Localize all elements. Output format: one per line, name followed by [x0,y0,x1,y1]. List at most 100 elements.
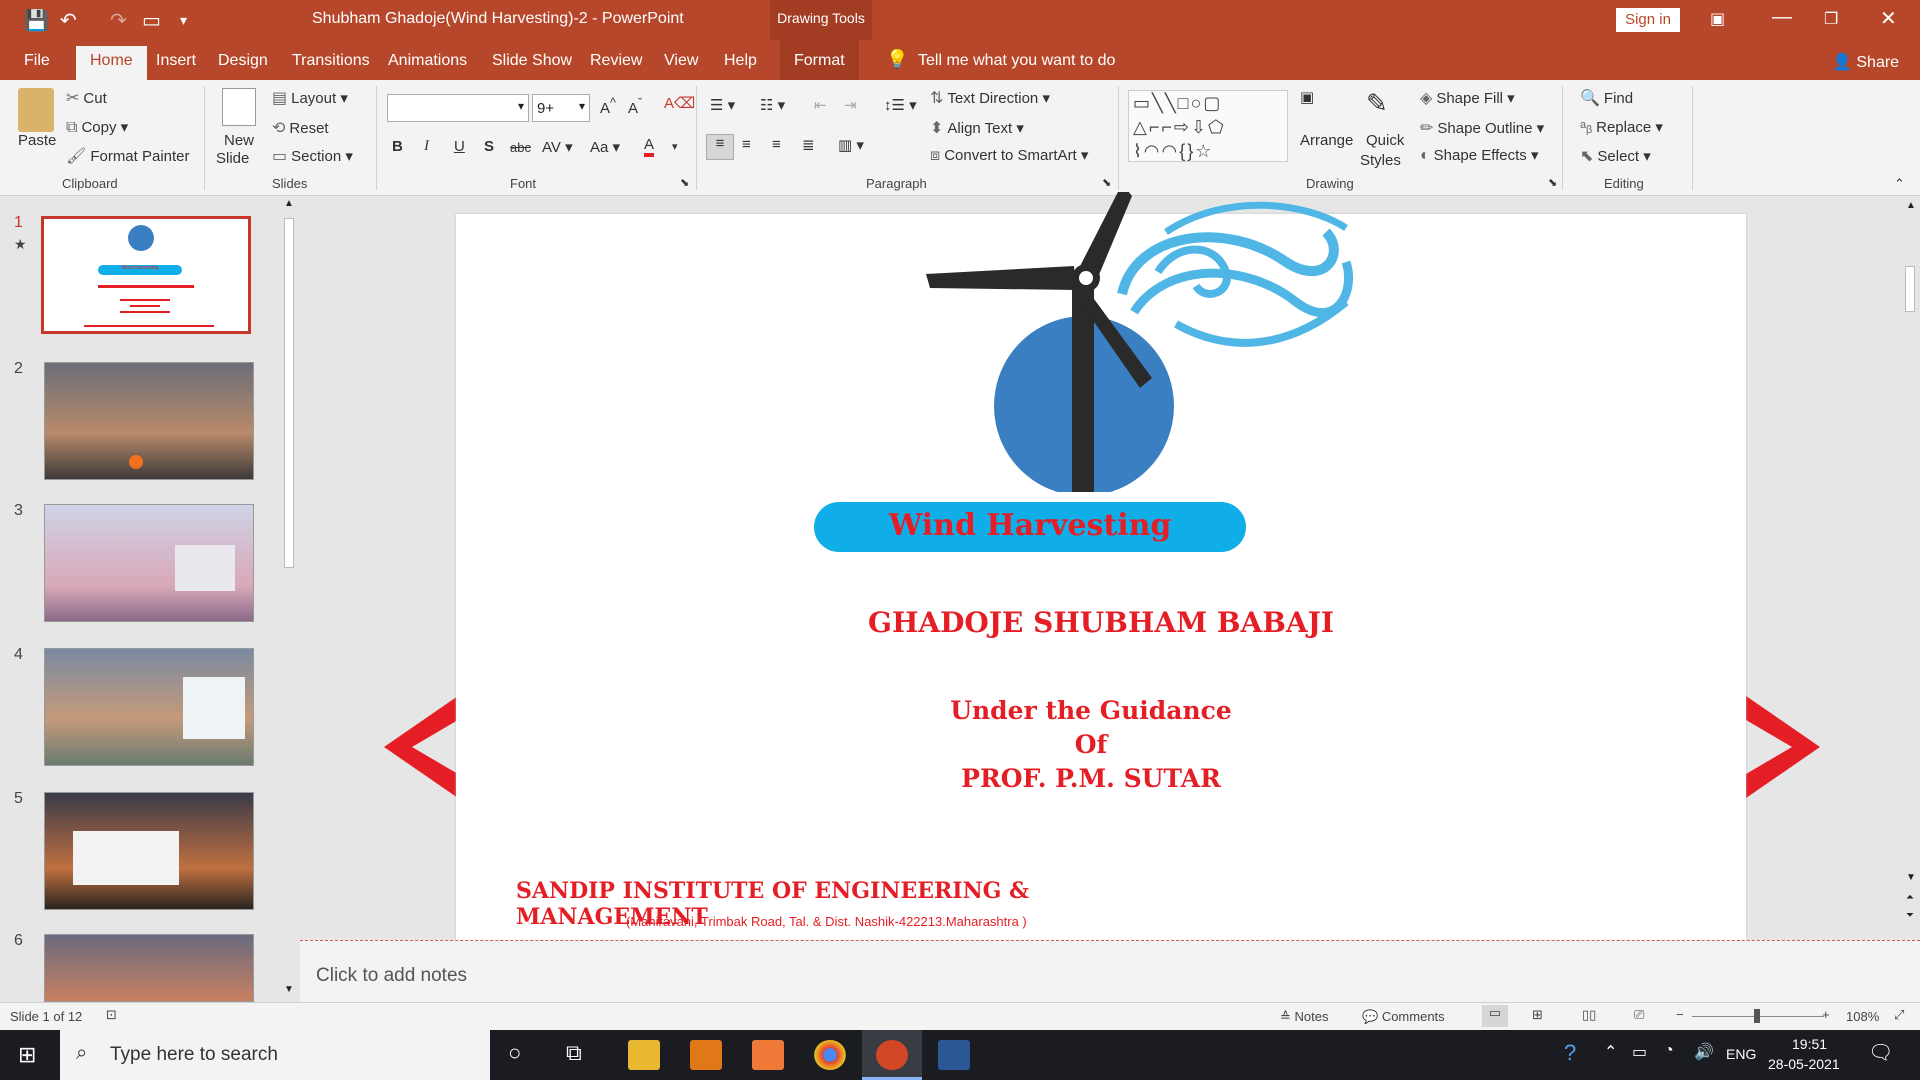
guidance-line-3[interactable]: PROF. P.M. SUTAR [446,764,1736,793]
word-icon[interactable] [938,1040,970,1070]
font-name-input[interactable]: ▾ [387,94,529,122]
quick-styles-button[interactable]: Quick [1366,132,1404,149]
select-button[interactable]: ⬉ Select ▾ [1580,146,1651,166]
font-color-icon[interactable]: A [644,136,655,157]
language-indicator[interactable]: ENG [1726,1046,1756,1062]
sign-in-button[interactable]: Sign in [1616,8,1680,32]
notes-pane[interactable]: Click to add notes [300,940,1920,1002]
clear-formatting-icon[interactable]: A⌫ [664,94,695,112]
underline-icon[interactable]: U [454,138,465,155]
sublime-text-icon[interactable] [690,1040,722,1070]
scroll-down-icon[interactable]: ▼ [1906,872,1916,883]
strikethrough-icon[interactable]: abc [510,140,531,155]
fit-to-window-icon[interactable]: ⤢ [1894,1007,1904,1023]
align-text-button[interactable]: ⬍ Align Text ▾ [930,118,1024,138]
thumbnail-scrollbar[interactable]: ▲ ▼ [280,196,298,1002]
zoom-in-icon[interactable]: + [1822,1007,1830,1022]
save-icon[interactable]: 💾 [24,8,49,33]
title-banner[interactable]: Wind Harvesting [814,502,1246,552]
zoom-out-icon[interactable]: − [1676,1007,1684,1022]
tab-insert[interactable]: Insert [156,52,196,70]
close-icon[interactable]: ✕ [1880,6,1897,31]
previous-slide-icon[interactable]: ⏶ [1906,892,1914,903]
change-case-icon[interactable]: Aa ▾ [590,138,620,156]
notifications-icon[interactable]: 🗨 [1868,1040,1893,1065]
tab-review[interactable]: Review [590,52,642,70]
slide-thumbnail-5[interactable] [44,792,254,910]
xampp-icon[interactable] [752,1040,784,1070]
scroll-up-icon[interactable]: ▲ [1906,200,1916,211]
tab-help[interactable]: Help [724,52,757,70]
find-button[interactable]: 🔍 Find [1580,88,1633,108]
line-spacing-icon[interactable]: ↕☰ ▾ [884,96,917,114]
slide-sorter-icon[interactable]: ⊞ [1532,1007,1543,1023]
align-center-icon[interactable]: ≡ [742,136,751,153]
reading-view-icon[interactable]: ▯▯ [1582,1007,1596,1023]
format-painter-button[interactable]: 🖌 Format Painter [66,146,190,166]
zoom-level[interactable]: 108% [1846,1009,1879,1024]
zoom-slider-thumb[interactable] [1754,1009,1760,1023]
paste-icon[interactable] [18,88,54,132]
taskbar-search-box[interactable]: ⌕ Type here to search [60,1030,490,1080]
tab-slide-show[interactable]: Slide Show [492,52,572,70]
slide-thumbnail-4[interactable] [44,648,254,766]
decrease-font-icon[interactable]: Aˇ [628,96,642,117]
slide-thumbnail-3[interactable] [44,504,254,622]
institute-address[interactable]: (Mahiravani, Trimbak Road, Tal. & Dist. … [626,914,1027,929]
spell-check-icon[interactable]: ⊡ [106,1007,117,1023]
italic-icon[interactable]: I [424,138,429,155]
justify-icon[interactable]: ≣ [802,136,815,154]
shape-fill-button[interactable]: ◈ Shape Fill ▾ [1420,88,1515,108]
shape-outline-button[interactable]: ✏ Shape Outline ▾ [1420,118,1544,138]
slideshow-view-icon[interactable]: ⎚ [1634,1007,1644,1023]
start-slideshow-icon[interactable]: ▭ [142,8,161,33]
scroll-up-icon[interactable]: ▲ [284,198,294,209]
cut-button[interactable]: ✂ Cut [66,88,107,108]
chevron-down-icon[interactable]: ▾ [672,140,678,153]
shapes-gallery[interactable]: ▭╲╲□○▢ △⌐⌐⇨⇩⬠ ⌇◠◠{}☆ [1128,90,1288,162]
dialog-launcher-icon[interactable]: ⬊ [680,176,689,189]
decrease-indent-icon[interactable]: ⇤ [814,96,827,114]
reset-button[interactable]: ⟲ Reset [272,118,329,138]
new-slide-icon[interactable] [222,88,256,126]
customize-toolbar-icon[interactable]: ▾ [180,12,187,29]
tab-format[interactable]: Format [780,40,859,80]
tab-transitions[interactable]: Transitions [292,52,370,70]
guidance-line-1[interactable]: Under the Guidance [446,696,1736,725]
increase-font-icon[interactable]: A^ [600,96,616,117]
scroll-down-icon[interactable]: ▼ [284,984,294,995]
editor-scrollbar[interactable]: ▲ ▼ ⏶ ⏷ [1900,196,1920,938]
guidance-line-2[interactable]: Of [446,730,1736,759]
volume-icon[interactable]: 🔊 [1694,1042,1714,1062]
arrange-button[interactable]: Arrange [1300,132,1353,149]
next-chevron-icon[interactable] [1746,696,1820,798]
new-slide-button[interactable]: New [224,132,254,149]
slide-thumbnail-6[interactable] [44,934,254,1002]
increase-indent-icon[interactable]: ⇥ [844,96,857,114]
tab-file[interactable]: File [24,52,50,70]
scrollbar-thumb[interactable] [284,218,294,568]
tell-me-input[interactable]: Tell me what you want to do [918,52,1115,70]
powerpoint-taskbar-active[interactable] [862,1030,922,1080]
dialog-launcher-icon[interactable]: ⬊ [1102,176,1111,189]
next-slide-icon[interactable]: ⏷ [1906,910,1914,921]
clock-time[interactable]: 19:51 [1792,1036,1827,1052]
scrollbar-thumb[interactable] [1905,266,1915,312]
layout-button[interactable]: ▤ Layout ▾ [272,88,348,108]
tab-home[interactable]: Home [76,46,147,80]
wifi-icon[interactable]: ◔ [1664,1042,1674,1060]
bold-icon[interactable]: B [392,138,403,155]
notes-toggle-button[interactable]: ≙ Notes [1280,1009,1329,1025]
task-view-icon[interactable]: ⧉ [566,1040,582,1066]
slide-thumbnail-2[interactable] [44,362,254,480]
paste-button[interactable]: Paste [18,132,56,149]
align-left-icon[interactable]: ≡ [706,134,734,160]
windows-start-icon[interactable]: ⊞ [18,1042,36,1068]
slide-canvas[interactable]: Wind Harvesting GHADOJE SHUBHAM BABAJI U… [456,192,1746,940]
text-shadow-icon[interactable]: S [484,138,494,155]
quick-styles-button-line2[interactable]: Styles [1360,152,1401,169]
help-icon[interactable]: ? [1564,1040,1576,1066]
replace-button[interactable]: ᵃᵦ Replace ▾ [1580,118,1663,137]
columns-icon[interactable]: ▥ ▾ [838,136,864,154]
tab-design[interactable]: Design [218,52,268,70]
